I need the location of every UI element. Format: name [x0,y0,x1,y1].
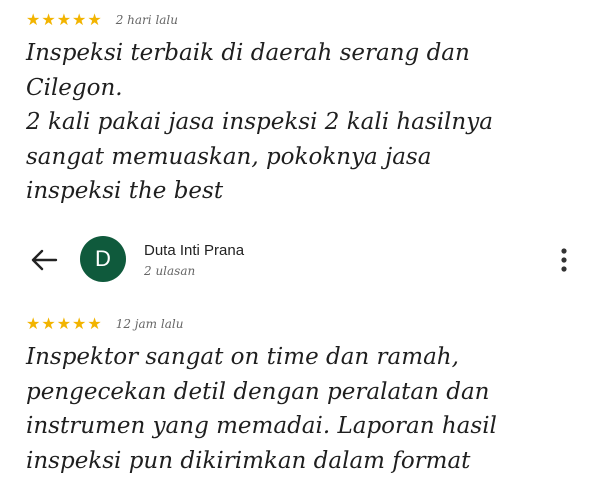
star-icon: ★ [26,314,41,333]
star-icon: ★ [41,314,56,333]
review-text: Inspeksi terbaik di daerah serang dan Ci… [26,40,493,204]
review-card-1: ★ ★ ★ ★ ★ 2 hari lalu Inspeksi terbaik d… [26,8,596,209]
star-icon: ★ [26,10,41,29]
reviewer-name[interactable]: Duta Inti Prana [144,242,244,259]
star-rating: ★ ★ ★ ★ ★ [26,12,102,28]
reviewer-review-count: 2 ulasan [144,264,196,278]
star-icon: ★ [41,10,56,29]
arrow-left-icon[interactable] [30,248,58,272]
star-icon: ★ [56,314,72,333]
star-icon: ★ [87,314,102,333]
review-card-2: ★ ★ ★ ★ ★ 12 jam lalu Inspektor sangat o… [26,312,596,478]
reviewer-header: D Duta Inti Prana 2 ulasan [0,232,606,288]
more-vertical-icon[interactable] [556,246,572,274]
star-rating: ★ ★ ★ ★ ★ [26,316,102,332]
star-icon: ★ [72,10,87,29]
star-icon: ★ [72,314,87,333]
review-time: 12 jam lalu [115,317,184,331]
avatar[interactable]: D [80,236,126,282]
star-icon: ★ [56,10,72,29]
review-time: 2 hari lalu [115,13,178,27]
review-meta: ★ ★ ★ ★ ★ 2 hari lalu [26,8,596,32]
star-icon: ★ [87,10,102,29]
review-meta: ★ ★ ★ ★ ★ 12 jam lalu [26,312,596,336]
review-text: Inspektor sangat on time dan ramah, peng… [26,344,497,474]
